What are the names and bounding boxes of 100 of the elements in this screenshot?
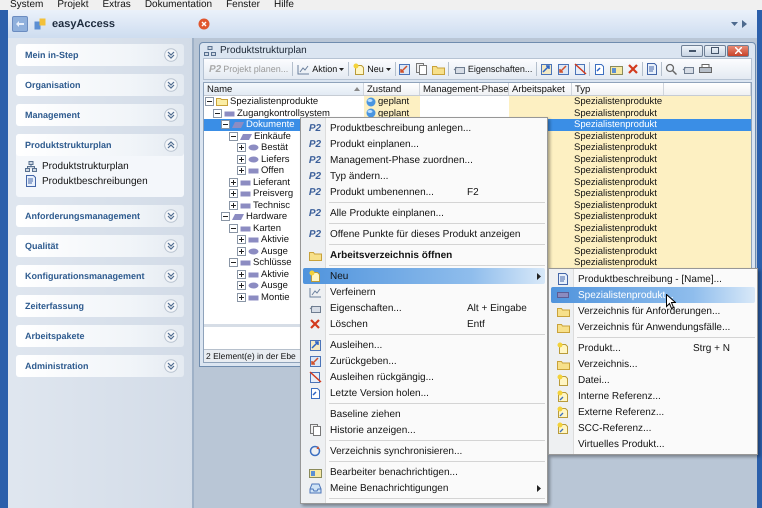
menu-item-label: Letzte Version holen...: [329, 388, 430, 398]
menu-item-label: Eigenschaften...: [329, 302, 403, 314]
menu-item-label: Typ ändern...: [329, 170, 390, 182]
sidebar-section-title: Zeiterfassung: [25, 301, 84, 311]
menu-item-label: Verfeinern: [329, 286, 377, 298]
type-label: Spezialistenprodukt: [574, 257, 657, 268]
column-header-label: Zustand: [367, 84, 402, 94]
menu-item-label: Management-Phase zuordnen...: [329, 154, 473, 166]
column-header-label: Arbeitspaket: [512, 84, 565, 94]
menu-item-label: Historie anzeigen...: [329, 424, 417, 436]
menu-item-label: Produkt umbenennen...: [329, 186, 435, 198]
tree-node-label: Aktivie: [261, 234, 289, 246]
sidebar-section-title: Konfigurationsmanagement: [25, 271, 145, 281]
sidebar-section-title: Arbeitspakete: [25, 331, 85, 341]
p2-label: P2: [308, 208, 322, 218]
tree-node-label: Lieferant: [253, 176, 290, 188]
toolbar-button-label: Aktion: [312, 64, 338, 74]
toolbar-button-label: Eigenschaften...: [468, 64, 532, 74]
type-label: Spezialistenprodukt: [574, 142, 657, 154]
menu-item-label: Interne Referenz...: [577, 390, 662, 402]
menu-item-label: Verzeichnis synchronisieren...: [329, 446, 464, 456]
tree-node-label: Hardware: [246, 211, 288, 222]
tree-node-label: Liefers: [261, 154, 290, 165]
p2-label: P2: [308, 186, 322, 198]
p2-label: P2: [308, 138, 322, 150]
menu-item-label: SCC-Referenz...: [577, 422, 652, 434]
sidebar-section-title: Anforderungsmanagement: [25, 211, 140, 221]
menu-item-label: Verzeichnis für Anwendungsfälle...: [577, 322, 730, 332]
type-label: Spezialistenprodukt: [574, 211, 657, 222]
shortcut-label: F2: [467, 186, 480, 198]
status-label: geplant: [378, 96, 410, 108]
tree-node-label: Schlüsse: [253, 257, 292, 268]
menu-item-label: Zurückgeben...: [329, 356, 398, 366]
tree-node-label: Montie: [261, 292, 290, 303]
sidebar-section-title: Organisation: [25, 80, 81, 90]
tree-node-label: Bestät: [261, 142, 288, 154]
menu-item-label: Löschen: [329, 318, 369, 330]
sidebar-section-title: Produktstrukturplan: [25, 140, 112, 150]
app-title: easyAccess: [52, 18, 116, 30]
tree-node-label: Zugangkontrollsystem: [237, 108, 330, 119]
p2-label: P2: [308, 228, 322, 240]
menu-item-label: Produkt einplanen...: [329, 138, 420, 150]
tree-node-label: Karten: [253, 222, 281, 234]
type-label: Spezialistenprodukt: [574, 222, 657, 234]
menu-item-label: Verzeichnis...: [577, 358, 638, 370]
menu-item-label: Verzeichnis für Anforderungen...: [577, 306, 720, 316]
type-label: Spezialistenprodukt: [574, 246, 657, 257]
toolbar-button-label: Neu: [367, 64, 384, 74]
sidebar-section-title: Qualität: [25, 241, 59, 251]
menu-item-label: Arbeitsverzeichnis öffnen: [329, 250, 454, 260]
shortcut-label: Alt + Eingabe: [467, 302, 528, 314]
tree-node-label: Preisverg: [253, 188, 294, 200]
p2-label: P2: [308, 170, 322, 182]
menu-item-label: Externe Referenz...: [577, 406, 666, 418]
type-label: Spezialistenprodukt: [574, 154, 657, 165]
p2-label: P2: [209, 64, 222, 74]
type-label: Spezialistenprodukt: [574, 234, 657, 246]
shortcut-label: Strg + N: [693, 342, 731, 354]
type-label: Spezialistenprodukt: [574, 165, 657, 176]
type-label: Spezialistenprodukt: [574, 119, 657, 130]
toolbar-button-label: Projekt planen...: [223, 64, 288, 74]
tree-node-label: Spezialistenprodukte: [230, 96, 318, 108]
type-label: Spezialistenprodukt: [574, 176, 657, 188]
type-label: Spezialistenprodukte: [574, 96, 662, 108]
tree-node-label: Ausge: [261, 280, 288, 292]
menu-item-label: Ausleihen...: [329, 340, 384, 350]
tree-node-label: Dokumente: [246, 119, 295, 130]
menu-item-label: Produktbeschreibung anlegen...: [329, 122, 472, 134]
menu-item-label: Alle Produkte einplanen...: [329, 208, 445, 218]
menu-item-label: Spezialistenprodukt...: [577, 290, 675, 300]
tree-node-label: Einkäufe: [254, 130, 291, 142]
menu-item-label: Meine Benachrichtigungen: [329, 482, 450, 494]
status-bar-text: 2 Element(e) in der Ebe: [205, 351, 296, 361]
menu-item-label: Produkt...: [577, 342, 622, 354]
menu-item-label: Neu: [329, 270, 350, 282]
menu-item-label: Bearbeiter benachrichtigen...: [329, 466, 459, 478]
type-label: Spezialistenprodukt: [574, 108, 657, 119]
menu-item-label: Virtuelles Produkt...: [577, 438, 666, 450]
sidebar-section-title: Mein in-Step: [25, 50, 78, 60]
window-title: Produktstrukturplan: [220, 45, 307, 56]
p2-label: P2: [308, 122, 322, 134]
type-label: Spezialistenprodukt: [574, 200, 657, 211]
tree-node-label: Technisc: [253, 200, 290, 211]
column-header-label: Typ: [575, 84, 590, 94]
menu-item-label: Produktbeschreibung - [Name]...: [577, 274, 722, 284]
menu-item-label: Ausleihen rückgängig...: [329, 372, 435, 382]
sidebar-section-title: Management: [25, 110, 80, 120]
tree-node-label: Offen: [261, 165, 284, 176]
tree-node-label: Ausge: [261, 246, 288, 257]
menu-item-label: Baseline ziehen: [329, 408, 402, 420]
type-label: Spezialistenprodukt: [574, 130, 657, 142]
shortcut-label: Entf: [467, 318, 486, 330]
menu-item-label: Offene Punkte für dieses Produkt anzeigen: [329, 228, 520, 240]
column-header-label: Name: [207, 84, 232, 94]
status-label: geplant: [378, 108, 410, 119]
type-label: Spezialistenprodukt: [574, 188, 657, 200]
tree-node-label: Aktivie: [261, 268, 289, 280]
menu-item-label: Datei...: [577, 374, 611, 386]
p2-label: P2: [308, 154, 322, 166]
sidebar-section-title: Administration: [25, 361, 89, 371]
